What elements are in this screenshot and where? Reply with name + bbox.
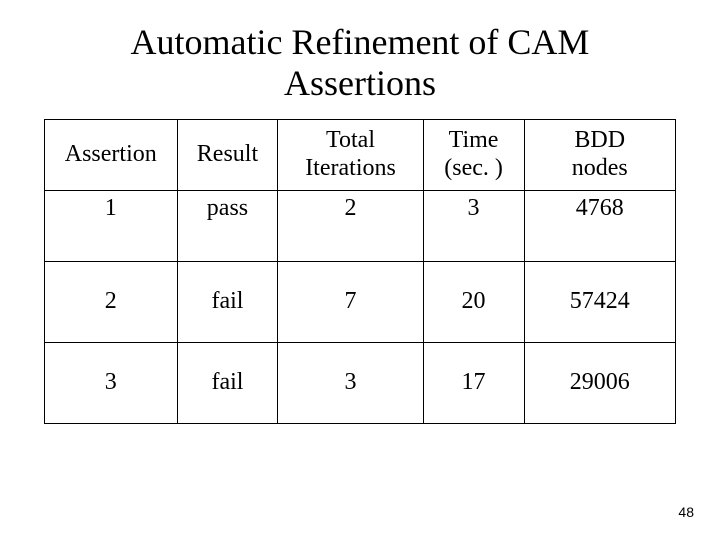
cell-assertion: 2 [45, 261, 178, 342]
cell-iterations: 3 [278, 342, 423, 423]
col-time: Time (sec. ) [423, 119, 524, 190]
page-number: 48 [678, 504, 694, 520]
cell-bdd: 57424 [524, 261, 675, 342]
cell-result: fail [177, 342, 278, 423]
cell-bdd: 4768 [524, 190, 675, 261]
cell-iterations: 7 [278, 261, 423, 342]
col-total-iterations: Total Iterations [278, 119, 423, 190]
cell-iterations: 2 [278, 190, 423, 261]
col-bdd-nodes: BDD nodes [524, 119, 675, 190]
col-time-l1: Time [449, 127, 499, 153]
cell-assertion: 1 [45, 190, 178, 261]
col-time-l2: (sec. ) [444, 155, 503, 181]
col-total-iterations-l1: Total [326, 127, 375, 153]
cell-time: 20 [423, 261, 524, 342]
table-row: 1 pass 2 3 4768 [45, 190, 676, 261]
cell-time: 17 [423, 342, 524, 423]
title-line-1: Automatic Refinement of CAM [131, 22, 590, 62]
col-total-iterations-l2: Iterations [305, 155, 396, 181]
cell-result: pass [177, 190, 278, 261]
table-header-row: Assertion Result Total Iterations Time (… [45, 119, 676, 190]
col-result: Result [177, 119, 278, 190]
col-bdd-l1: BDD [574, 127, 625, 153]
cell-assertion: 3 [45, 342, 178, 423]
slide: Automatic Refinement of CAM Assertions A… [0, 0, 720, 540]
col-assertion: Assertion [45, 119, 178, 190]
cell-result: fail [177, 261, 278, 342]
slide-title: Automatic Refinement of CAM Assertions [44, 22, 676, 105]
cell-bdd: 29006 [524, 342, 675, 423]
cell-time: 3 [423, 190, 524, 261]
table-row: 3 fail 3 17 29006 [45, 342, 676, 423]
col-bdd-l2: nodes [572, 155, 628, 181]
title-line-2: Assertions [284, 63, 436, 103]
results-table: Assertion Result Total Iterations Time (… [44, 119, 676, 424]
table-row: 2 fail 7 20 57424 [45, 261, 676, 342]
